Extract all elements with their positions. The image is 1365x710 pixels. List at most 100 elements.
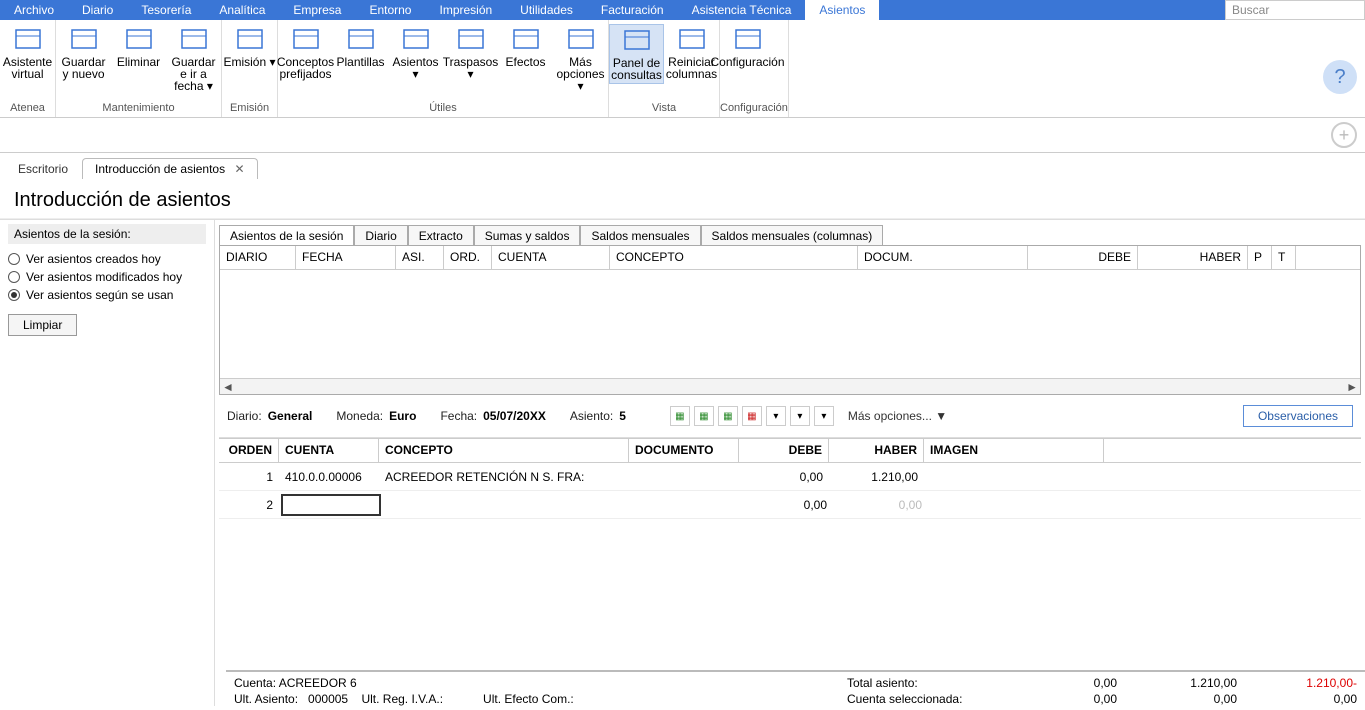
menu-empresa[interactable]: Empresa [279,0,355,20]
limpiar-button[interactable]: Limpiar [8,314,77,336]
cuenta-sel-debe: 0,00 [1007,692,1117,706]
col-fecha[interactable]: FECHA [296,246,396,269]
tool-edit[interactable]: ▦ [718,406,738,426]
menu-analítica[interactable]: Analítica [205,0,279,20]
menu-facturación[interactable]: Facturación [587,0,678,20]
radio-filter-0[interactable]: Ver asientos creados hoy [8,252,206,266]
ribbon-emision[interactable]: Emisión ▾ [222,24,277,70]
col-concepto[interactable]: CONCEPTO [610,246,858,269]
traspasos-icon [455,26,487,54]
subtab-2[interactable]: Extracto [408,225,474,246]
observaciones-button[interactable]: Observaciones [1243,405,1353,427]
ribbon-conceptos[interactable]: Conceptos prefijados [278,24,333,94]
plantillas-icon [345,26,377,54]
menu-entorno[interactable]: Entorno [355,0,425,20]
ribbon-mas-opciones[interactable]: Más opciones ▾ [553,24,608,94]
status-footer: Cuenta: ACREEDOR 6 Ult. Asiento: 000005 … [226,670,1365,708]
tab-introduccion-asientos[interactable]: Introducción de asientos ✕ [82,158,258,179]
g2col-concepto[interactable]: CONCEPTO [379,439,629,462]
tool-save[interactable]: ▦ [694,406,714,426]
close-icon[interactable]: ✕ [234,162,244,176]
ribbon-label: Conceptos prefijados [277,56,334,80]
cell-cuenta: 410.0.0.00006 [279,466,379,488]
col-asi.[interactable]: ASI. [396,246,444,269]
ribbon-eliminar[interactable]: Eliminar [111,24,166,94]
g2col-haber[interactable]: HABER [829,439,924,462]
g2col-orden[interactable]: ORDEN [219,439,279,462]
menu-impresión[interactable]: Impresión [425,0,506,20]
asiento-value: 5 [619,409,626,423]
g2col-cuenta[interactable]: CUENTA [279,439,379,462]
horizontal-scrollbar[interactable]: ◄► [220,378,1360,394]
tab-strip-add: + [0,118,1365,153]
ribbon-panel-consultas[interactable]: Panel de consultas [609,24,664,84]
menu-utilidades[interactable]: Utilidades [506,0,587,20]
tool-dd3[interactable]: ▾ [814,406,834,426]
session-panel-header: Asientos de la sesión: [8,224,206,244]
mas-opciones-dropdown[interactable]: Más opciones... ▼ [848,409,947,423]
config-icon [732,26,764,54]
col-debe[interactable]: DEBE [1028,246,1138,269]
col-diario[interactable]: DIARIO [220,246,296,269]
col-cuenta[interactable]: CUENTA [492,246,610,269]
radio-filter-1[interactable]: Ver asientos modificados hoy [8,270,206,284]
entry-line[interactable]: 20,000,00 [219,491,1361,519]
ribbon-label: Asientos ▾ [389,56,442,80]
tool-new[interactable]: ▦ [670,406,690,426]
subtab-5[interactable]: Saldos mensuales (columnas) [701,225,884,246]
efectos-icon [510,26,542,54]
menu-asientos[interactable]: Asientos [805,0,879,20]
footer-ult-efecto-label: Ult. Efecto Com.: [483,692,574,706]
search-input[interactable]: Buscar [1225,0,1365,20]
footer-cuenta-value: ACREEDOR 6 [279,676,357,690]
guardar-ir-fecha-icon [178,26,210,54]
ribbon-traspasos[interactable]: Traspasos ▾ [443,24,498,94]
tool-delete[interactable]: ▦ [742,406,762,426]
ribbon-efectos[interactable]: Efectos [498,24,553,94]
content: Asientos de la sesiónDiarioExtractoSumas… [215,220,1365,706]
ribbon-guardar-ir-fecha[interactable]: Guardar e ir a fecha ▾ [166,24,221,94]
subtab-3[interactable]: Sumas y saldos [474,225,581,246]
radio-icon [8,289,20,301]
g2col-debe[interactable]: DEBE [739,439,829,462]
ribbon-asistente-virtual[interactable]: Asistente virtual [0,24,55,82]
menu-tesorería[interactable]: Tesorería [127,0,205,20]
subtab-4[interactable]: Saldos mensuales [580,225,700,246]
col-haber[interactable]: HABER [1138,246,1248,269]
moneda-label: Moneda: [336,409,383,423]
cell-imagen [928,501,1108,509]
help-icon[interactable]: ? [1323,60,1357,94]
cell-cuenta[interactable] [281,494,381,516]
menu-archivo[interactable]: Archivo [0,0,68,20]
col-docum.[interactable]: DOCUM. [858,246,1028,269]
asientos-icon [400,26,432,54]
mas-opciones-label: Más opciones... [848,409,932,423]
tool-dd2[interactable]: ▾ [790,406,810,426]
radio-filter-2[interactable]: Ver asientos según se usan [8,288,206,302]
col-ord.[interactable]: ORD. [444,246,492,269]
col-p[interactable]: P [1248,246,1272,269]
tool-dd1[interactable]: ▾ [766,406,786,426]
ribbon-asientos[interactable]: Asientos ▾ [388,24,443,94]
ribbon-plantillas[interactable]: Plantillas [333,24,388,94]
cell-debe: 0,00 [739,466,829,488]
ribbon-guardar-nuevo[interactable]: Guardar y nuevo [56,24,111,94]
g2col-imagen[interactable]: IMAGEN [924,439,1104,462]
subtab-0[interactable]: Asientos de la sesión [219,225,354,246]
ribbon: Asistente virtualAteneaGuardar y nuevoEl… [0,20,1365,118]
menubar: ArchivoDiarioTesoreríaAnalíticaEmpresaEn… [0,0,1365,20]
emision-icon [234,26,266,54]
ribbon-config[interactable]: Configuración [720,24,775,70]
menu-diario[interactable]: Diario [68,0,127,20]
col-t[interactable]: T [1272,246,1296,269]
menu-asistencia técnica[interactable]: Asistencia Técnica [678,0,806,20]
ribbon-label: Emisión ▾ [223,56,275,68]
g2col-documento[interactable]: DOCUMENTO [629,439,739,462]
entry-line[interactable]: 1410.0.0.00006ACREEDOR RETENCIÓN N S. FR… [219,463,1361,491]
tab-escritorio[interactable]: Escritorio [6,159,80,179]
cell-concepto: ACREEDOR RETENCIÓN N S. FRA: [379,466,629,488]
subtab-1[interactable]: Diario [354,225,407,246]
add-tab-button[interactable]: + [1331,122,1357,148]
ribbon-reiniciar-cols[interactable]: Reiniciar columnas [664,24,719,84]
conceptos-icon [290,26,322,54]
